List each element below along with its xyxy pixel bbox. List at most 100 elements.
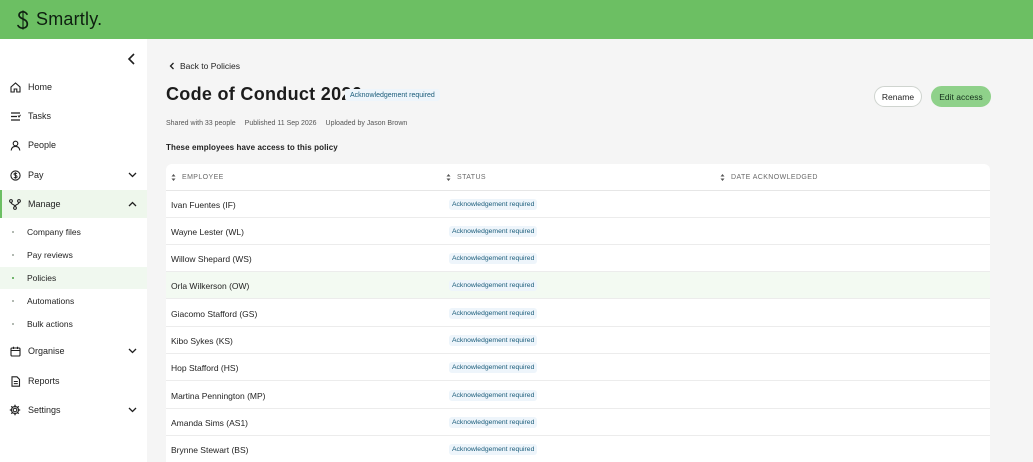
status-badge: Acknowledgement required xyxy=(449,417,538,428)
chevron-up-icon xyxy=(127,199,137,209)
sidebar-item-label: Reports xyxy=(28,376,60,386)
column-header-label: DATE ACKNOWLEDGED xyxy=(731,174,818,181)
chevron-left-icon xyxy=(127,53,135,65)
column-header-date-acknowledged[interactable]: DATE ACKNOWLEDGED xyxy=(719,164,818,191)
sidebar-item-label: Organise xyxy=(28,346,65,356)
table-row[interactable]: Giacomo Stafford (GS) Acknowledgement re… xyxy=(166,300,990,327)
rename-button[interactable]: Rename xyxy=(874,86,922,107)
sidebar-item-pay[interactable]: Pay xyxy=(0,161,147,189)
sidebar-item-settings[interactable]: Settings xyxy=(0,396,147,424)
employee-name: Kibo Sykes (KS) xyxy=(171,335,233,346)
sidebar-item-label: Tasks xyxy=(28,111,52,121)
employee-name: Giacomo Stafford (GS) xyxy=(171,308,258,319)
employee-name: Ivan Fuentes (IF) xyxy=(171,199,236,210)
sidebar-subitem-company-files[interactable]: Company files xyxy=(0,221,147,243)
employees-table: EMPLOYEE STATUS DATE ACKNOWLEDGED Ivan F… xyxy=(166,164,990,462)
sidebar-item-label: People xyxy=(28,140,57,150)
status-badge: Acknowledgement required xyxy=(449,226,538,237)
sidebar-subitem-label: Automations xyxy=(27,296,75,306)
status-badge: Acknowledgement required xyxy=(449,362,538,373)
tasks-icon xyxy=(9,110,21,122)
status-badge: Acknowledgement required xyxy=(449,280,538,291)
table-row[interactable]: Amanda Sims (AS1) Acknowledgement requir… xyxy=(166,409,990,436)
shared-with-text: Shared with 33 people xyxy=(166,120,236,127)
policy-meta: Shared with 33 people Published 11 Sep 2… xyxy=(166,120,407,127)
dollar-icon xyxy=(9,169,21,181)
app-logo[interactable]: Smartly. xyxy=(14,9,102,31)
published-date-text: Published 11 Sep 2026 xyxy=(244,120,317,127)
chevron-down-icon xyxy=(127,405,137,415)
table-row[interactable]: Ivan Fuentes (IF) Acknowledgement requir… xyxy=(166,191,990,218)
bullet-dot xyxy=(12,254,14,256)
collapse-sidebar-button[interactable] xyxy=(124,51,140,67)
sidebar-subitem-label: Company files xyxy=(27,227,81,237)
edit-access-button[interactable]: Edit access xyxy=(931,86,991,107)
table-row[interactable]: Wayne Lester (WL) Acknowledgement requir… xyxy=(166,218,990,245)
section-heading: These employees have access to this poli… xyxy=(166,143,338,152)
sidebar-item-label: Home xyxy=(28,82,53,92)
smartly-logo-icon xyxy=(14,9,32,31)
status-badge: Acknowledgement required xyxy=(449,444,538,455)
sidebar-item-label: Manage xyxy=(28,199,61,209)
sidebar-item-home[interactable]: Home xyxy=(0,73,147,101)
sort-icon xyxy=(170,173,176,182)
bullet-dot xyxy=(12,323,14,325)
table-header: EMPLOYEE STATUS DATE ACKNOWLEDGED xyxy=(166,164,990,191)
main-content: Back to Policies Code of Conduct 2026 Ac… xyxy=(147,39,1033,462)
sidebar-item-manage[interactable]: Manage xyxy=(0,190,147,218)
chevron-down-icon xyxy=(127,346,137,356)
sidebar-subitem-automations[interactable]: Automations xyxy=(0,290,147,312)
employee-name: Amanda Sims (AS1) xyxy=(171,417,248,428)
bullet-dot xyxy=(12,300,14,302)
column-header-status[interactable]: STATUS xyxy=(445,164,486,191)
uploaded-by-text: Uploaded by Jason Brown xyxy=(325,120,408,127)
home-icon xyxy=(9,81,21,93)
column-header-label: EMPLOYEE xyxy=(182,174,224,181)
calendar-icon xyxy=(9,345,21,357)
table-row[interactable]: Kibo Sykes (KS) Acknowledgement required xyxy=(166,327,990,354)
sidebar-subitem-policies[interactable]: Policies xyxy=(0,267,147,289)
sidebar-item-people[interactable]: People xyxy=(0,131,147,159)
table-row[interactable]: Willow Shepard (WS) Acknowledgement requ… xyxy=(166,245,990,272)
sort-icon xyxy=(719,173,725,182)
page-title: Code of Conduct 2026 xyxy=(166,84,363,104)
status-badge: Acknowledgement required xyxy=(449,308,538,319)
table-row[interactable]: Martina Pennington (MP) Acknowledgement … xyxy=(166,382,990,409)
status-badge: Acknowledgement required xyxy=(449,253,538,264)
sidebar-subitem-label: Bulk actions xyxy=(27,319,73,329)
chevron-left-icon xyxy=(169,62,174,70)
table-row[interactable]: Orla Wilkerson (OW) Acknowledgement requ… xyxy=(166,272,990,299)
gear-icon xyxy=(9,404,21,416)
employee-name: Hop Stafford (HS) xyxy=(171,362,239,373)
chevron-down-icon xyxy=(127,170,137,180)
sidebar-subitem-pay-reviews[interactable]: Pay reviews xyxy=(0,244,147,266)
sidebar-item-organise[interactable]: Organise xyxy=(0,337,147,365)
employee-name: Orla Wilkerson (OW) xyxy=(171,280,250,291)
status-badge: Acknowledgement required xyxy=(449,390,538,401)
column-header-label: STATUS xyxy=(457,174,486,181)
bullet-dot xyxy=(12,277,14,279)
top-bar: Smartly. xyxy=(0,0,1033,39)
employee-name: Willow Shepard (WS) xyxy=(171,253,252,264)
sidebar-item-tasks[interactable]: Tasks xyxy=(0,102,147,130)
sidebar-item-label: Pay xyxy=(28,170,44,180)
employee-name: Brynne Stewart (BS) xyxy=(171,444,249,455)
sidebar-subitem-label: Pay reviews xyxy=(27,250,73,260)
sidebar-subitem-bulk-actions[interactable]: Bulk actions xyxy=(0,313,147,335)
table-row[interactable]: Brynne Stewart (BS) Acknowledgement requ… xyxy=(166,436,990,462)
bullet-dot xyxy=(12,231,14,233)
sidebar-item-label: Settings xyxy=(28,405,61,415)
app-name: Smartly. xyxy=(36,9,103,29)
status-badge: Acknowledgement required xyxy=(449,199,538,210)
back-to-policies-link[interactable]: Back to Policies xyxy=(169,61,240,71)
employee-name: Martina Pennington (MP) xyxy=(171,390,266,401)
sidebar-item-reports[interactable]: Reports xyxy=(0,367,147,395)
table-row[interactable]: Hop Stafford (HS) Acknowledgement requir… xyxy=(166,354,990,381)
employee-name: Wayne Lester (WL) xyxy=(171,226,244,237)
back-link-label: Back to Policies xyxy=(180,61,240,71)
report-icon xyxy=(9,375,21,387)
manage-icon xyxy=(9,198,21,210)
sidebar-subitem-label: Policies xyxy=(27,273,57,283)
column-header-employee[interactable]: EMPLOYEE xyxy=(170,164,224,191)
sort-icon xyxy=(445,173,451,182)
